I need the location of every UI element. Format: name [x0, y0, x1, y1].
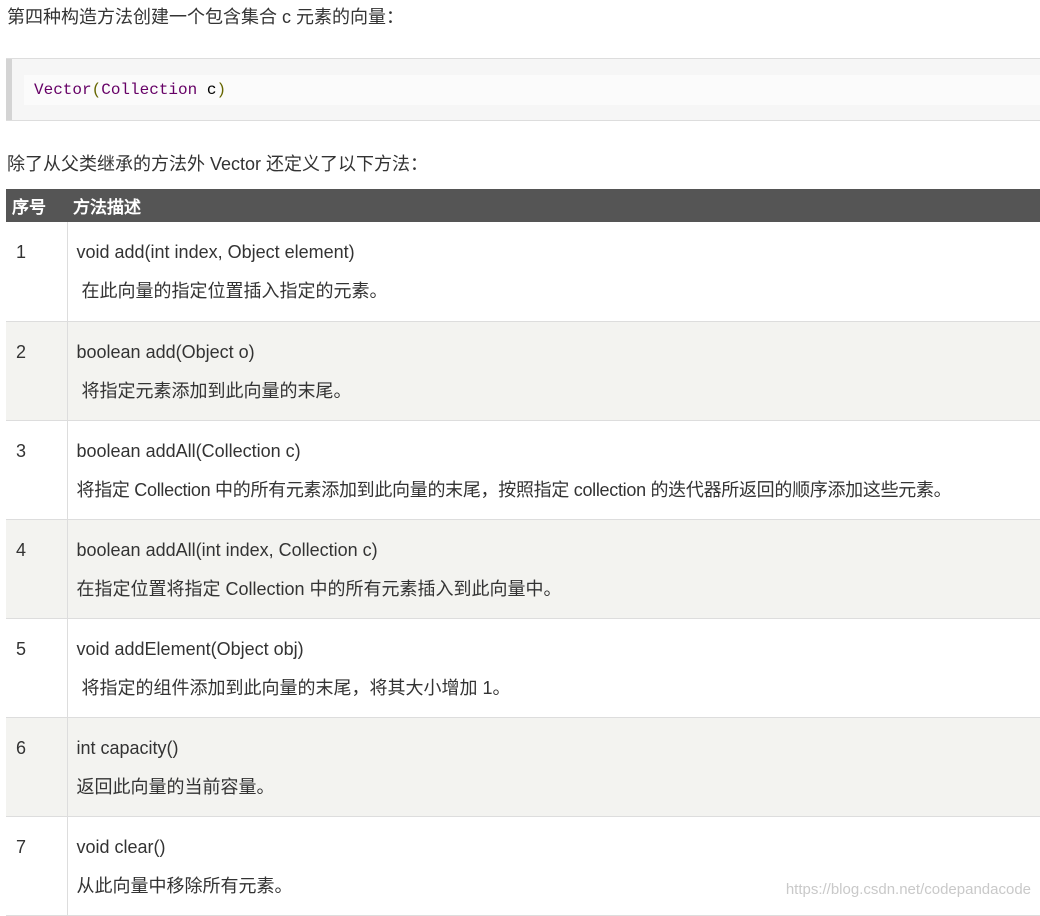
- table-row: 7 void clear() 从此向量中移除所有元素。: [6, 816, 1040, 915]
- header-index: 序号: [6, 189, 67, 222]
- table-header-row: 序号 方法描述: [6, 189, 1040, 222]
- methods-table: 序号 方法描述 1 void add(int index, Object ele…: [6, 189, 1040, 916]
- row-number: 6: [6, 717, 67, 816]
- method-description: 将指定的组件添加到此向量的末尾，将其大小增加 1。: [77, 675, 1040, 701]
- method-signature: boolean addAll(Collection c): [77, 438, 1040, 464]
- table-row: 5 void addElement(Object obj) 将指定的组件添加到此…: [6, 618, 1040, 717]
- code-close-paren: ): [216, 81, 226, 99]
- article-page: 第四种构造方法创建一个包含集合 c 元素的向量： Vector(Collecti…: [0, 0, 1040, 910]
- watermark-url: https://blog.csdn.net/codepandacode: [786, 880, 1031, 900]
- table-row: 6 int capacity() 返回此向量的当前容量。: [6, 717, 1040, 816]
- code-block-accent-bar: [6, 59, 12, 120]
- row-number: 4: [6, 519, 67, 618]
- method-description: 返回此向量的当前容量。: [77, 774, 1040, 800]
- code-snippet: Vector(Collection c): [34, 79, 226, 101]
- row-method-cell: void add(int index, Object element) 在此向量…: [67, 222, 1040, 321]
- row-method-cell: void addElement(Object obj) 将指定的组件添加到此向量…: [67, 618, 1040, 717]
- row-method-cell: boolean addAll(int index, Collection c) …: [67, 519, 1040, 618]
- method-description: 在指定位置将指定 Collection 中的所有元素插入到此向量中。: [77, 576, 1040, 602]
- method-signature: boolean add(Object o): [77, 339, 1040, 365]
- table-row: 2 boolean add(Object o) 将指定元素添加到此向量的末尾。: [6, 321, 1040, 420]
- row-method-cell: boolean addAll(Collection c) 将指定 Collect…: [67, 420, 1040, 519]
- row-method-cell: int capacity() 返回此向量的当前容量。: [67, 717, 1040, 816]
- lead-paragraph: 除了从父类继承的方法外 Vector 还定义了以下方法：: [7, 151, 428, 177]
- table-row: 3 boolean addAll(Collection c) 将指定 Colle…: [6, 420, 1040, 519]
- row-number: 2: [6, 321, 67, 420]
- row-number: 3: [6, 420, 67, 519]
- method-signature: int capacity(): [77, 735, 1040, 761]
- row-number: 7: [6, 816, 67, 915]
- header-description: 方法描述: [67, 189, 1040, 222]
- code-class-name: Vector: [34, 81, 92, 99]
- method-description: 将指定元素添加到此向量的末尾。: [77, 378, 1040, 404]
- row-method-cell: boolean add(Object o) 将指定元素添加到此向量的末尾。: [67, 321, 1040, 420]
- method-signature: void clear(): [77, 834, 1040, 860]
- code-block: Vector(Collection c): [6, 58, 1040, 121]
- method-description: 在此向量的指定位置插入指定的元素。: [77, 278, 1040, 304]
- row-number: 1: [6, 222, 67, 321]
- code-param-name: c: [197, 81, 216, 99]
- code-open-paren: (: [92, 81, 102, 99]
- method-signature: boolean addAll(int index, Collection c): [77, 537, 1040, 563]
- method-signature: void add(int index, Object element): [77, 239, 1040, 265]
- table-row: 4 boolean addAll(int index, Collection c…: [6, 519, 1040, 618]
- row-number: 5: [6, 618, 67, 717]
- row-method-cell: void clear() 从此向量中移除所有元素。: [67, 816, 1040, 915]
- method-signature: void addElement(Object obj): [77, 636, 1040, 662]
- method-description: 将指定 Collection 中的所有元素添加到此向量的末尾，按照指定 coll…: [77, 477, 1040, 503]
- table-row: 1 void add(int index, Object element) 在此…: [6, 222, 1040, 321]
- code-param-type: Collection: [101, 81, 197, 99]
- intro-paragraph: 第四种构造方法创建一个包含集合 c 元素的向量：: [7, 4, 404, 30]
